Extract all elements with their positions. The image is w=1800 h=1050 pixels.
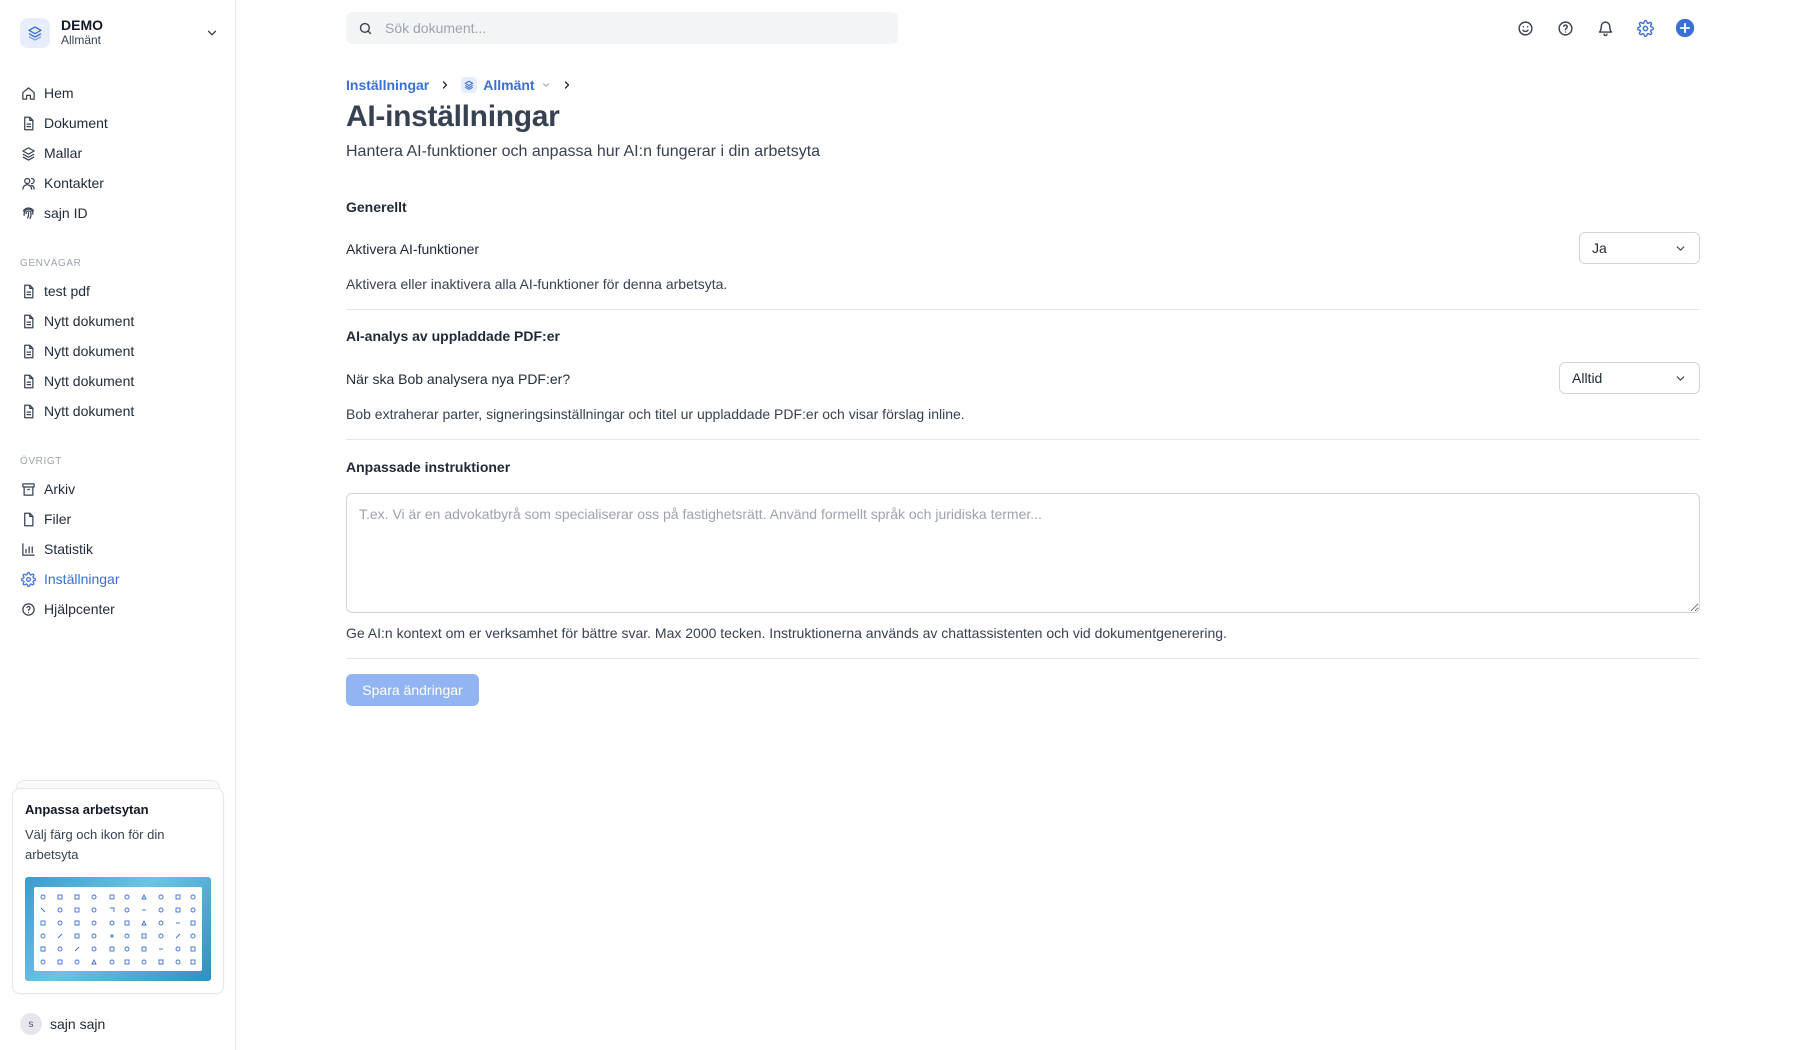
custom-instructions-description: Ge AI:n kontext om er verksamhet för bät… bbox=[346, 625, 1227, 641]
sidebar-item-installningar[interactable]: Inställningar bbox=[20, 566, 220, 592]
chart-icon bbox=[20, 541, 36, 557]
sidebar-item-label: sajn ID bbox=[44, 205, 88, 221]
breadcrumb-workspace[interactable]: Allmänt bbox=[461, 77, 550, 93]
chevron-right-icon bbox=[561, 79, 573, 91]
shortcut-label: Nytt dokument bbox=[44, 343, 135, 359]
chevron-down-icon bbox=[204, 25, 220, 41]
sidebar-item-label: Mallar bbox=[44, 145, 83, 161]
document-icon bbox=[20, 115, 36, 131]
gear-icon[interactable] bbox=[1635, 18, 1655, 38]
sidebar-item-label: Hjälpcenter bbox=[44, 601, 115, 617]
document-icon bbox=[20, 343, 36, 359]
section-title-other: ÖVRIGT bbox=[20, 456, 62, 467]
promo-title: Anpassa arbetsytan bbox=[25, 802, 149, 817]
top-toolbar bbox=[1515, 18, 1715, 38]
shortcut-item[interactable]: test pdf bbox=[20, 278, 220, 304]
section-heading-custom-instructions: Anpassade instruktioner bbox=[346, 459, 511, 475]
avatar: s bbox=[20, 1013, 42, 1035]
search-bar[interactable] bbox=[346, 12, 898, 44]
enable-ai-select-value: Ja bbox=[1592, 240, 1607, 256]
bell-icon[interactable] bbox=[1595, 18, 1615, 38]
search-input[interactable] bbox=[385, 20, 865, 36]
promo-text: Välj färg och ikon för din arbetsyta bbox=[25, 827, 165, 862]
page-subtitle: Hantera AI-funktioner och anpassa hur AI… bbox=[346, 143, 821, 160]
workspace-subtitle: Allmänt bbox=[61, 33, 102, 47]
sidebar-item-arkiv[interactable]: Arkiv bbox=[20, 476, 220, 502]
breadcrumb-workspace-label: Allmänt bbox=[483, 77, 535, 93]
shortcut-label: Nytt dokument bbox=[44, 313, 135, 329]
sidebar-item-label: Arkiv bbox=[44, 481, 76, 497]
enable-ai-select[interactable]: Ja bbox=[1579, 232, 1700, 264]
add-new-icon[interactable] bbox=[1675, 18, 1695, 38]
workspace-name: DEMO bbox=[61, 17, 103, 33]
sidebar-item-label: Hem bbox=[44, 85, 74, 101]
chevron-down-icon bbox=[1674, 242, 1687, 255]
custom-instructions-textarea[interactable] bbox=[346, 493, 1700, 613]
chevron-down-icon bbox=[541, 80, 551, 90]
chevron-down-icon bbox=[1674, 372, 1687, 385]
sidebar-item-statistik[interactable]: Statistik bbox=[20, 536, 220, 562]
icon-grid-preview-image bbox=[25, 877, 211, 981]
gear-icon bbox=[20, 571, 36, 587]
sidebar-item-hem[interactable]: Hem bbox=[20, 80, 220, 106]
divider bbox=[346, 658, 1700, 659]
shortcut-label: test pdf bbox=[44, 283, 90, 299]
user-name: sajn sajn bbox=[50, 1016, 106, 1032]
sidebar: DEMO Allmänt Hem Dokument Mallar Kontakt… bbox=[0, 0, 236, 1050]
sidebar-item-label: Statistik bbox=[44, 541, 94, 557]
shortcut-item[interactable]: Nytt dokument bbox=[20, 338, 220, 364]
sidebar-item-sajn-id[interactable]: sajn ID bbox=[20, 200, 220, 226]
shortcut-item[interactable]: Nytt dokument bbox=[20, 398, 220, 424]
section-heading-pdf-analysis: AI-analys av uppladdade PDF:er bbox=[346, 328, 560, 344]
user-icon bbox=[20, 175, 36, 191]
user-profile[interactable]: s sajn sajn bbox=[20, 1012, 105, 1036]
save-button[interactable]: Spara ändringar bbox=[346, 674, 479, 706]
workspace-switcher[interactable]: DEMO Allmänt bbox=[20, 16, 220, 50]
sidebar-item-dokument[interactable]: Dokument bbox=[20, 110, 220, 136]
layers-icon bbox=[20, 145, 36, 161]
workspace-logo-icon bbox=[461, 77, 478, 93]
shortcut-item[interactable]: Nytt dokument bbox=[20, 368, 220, 394]
help-icon[interactable] bbox=[1555, 18, 1575, 38]
sidebar-item-label: Kontakter bbox=[44, 175, 104, 191]
pdf-analysis-label: När ska Bob analysera nya PDF:er? bbox=[346, 371, 571, 387]
section-heading-general: Generellt bbox=[346, 199, 407, 215]
sidebar-item-hjalpcenter[interactable]: Hjälpcenter bbox=[20, 596, 220, 622]
sidebar-item-label: Inställningar bbox=[44, 571, 120, 587]
sidebar-item-label: Dokument bbox=[44, 115, 108, 131]
breadcrumb-settings[interactable]: Inställningar bbox=[346, 77, 429, 93]
sidebar-item-mallar[interactable]: Mallar bbox=[20, 140, 220, 166]
shortcut-label: Nytt dokument bbox=[44, 403, 135, 419]
divider bbox=[346, 439, 1700, 440]
help-icon bbox=[20, 601, 36, 617]
pdf-analysis-select[interactable]: Alltid bbox=[1559, 362, 1700, 394]
file-icon bbox=[20, 511, 36, 527]
home-icon bbox=[20, 85, 36, 101]
divider bbox=[346, 309, 1700, 310]
document-icon bbox=[20, 283, 36, 299]
workspace-logo-icon bbox=[20, 18, 50, 48]
fingerprint-icon bbox=[20, 205, 36, 221]
breadcrumb: Inställningar Allmänt bbox=[346, 77, 583, 93]
shortcut-item[interactable]: Nytt dokument bbox=[20, 308, 220, 334]
customize-workspace-card[interactable]: Anpassa arbetsytan Välj färg och ikon fö… bbox=[12, 788, 224, 994]
page-title: AI-inställningar bbox=[346, 100, 560, 133]
enable-ai-label: Aktivera AI-funktioner bbox=[346, 241, 480, 257]
archive-icon bbox=[20, 481, 36, 497]
sidebar-item-label: Filer bbox=[44, 511, 72, 527]
sidebar-item-kontakter[interactable]: Kontakter bbox=[20, 170, 220, 196]
document-icon bbox=[20, 313, 36, 329]
section-title-shortcuts: GENVÄGAR bbox=[20, 258, 82, 269]
enable-ai-description: Aktivera eller inaktivera alla AI-funkti… bbox=[346, 276, 728, 292]
document-icon bbox=[20, 403, 36, 419]
pdf-analysis-select-value: Alltid bbox=[1572, 370, 1603, 386]
sidebar-item-filer[interactable]: Filer bbox=[20, 506, 220, 532]
pdf-analysis-description: Bob extraherar parter, signeringsinställ… bbox=[346, 406, 965, 422]
main-content: Inställningar Allmänt AI-inställningar H… bbox=[236, 0, 1800, 1050]
search-icon bbox=[358, 21, 373, 36]
smiley-icon[interactable] bbox=[1515, 18, 1535, 38]
chevron-right-icon bbox=[439, 79, 451, 91]
document-icon bbox=[20, 373, 36, 389]
shortcut-label: Nytt dokument bbox=[44, 373, 135, 389]
